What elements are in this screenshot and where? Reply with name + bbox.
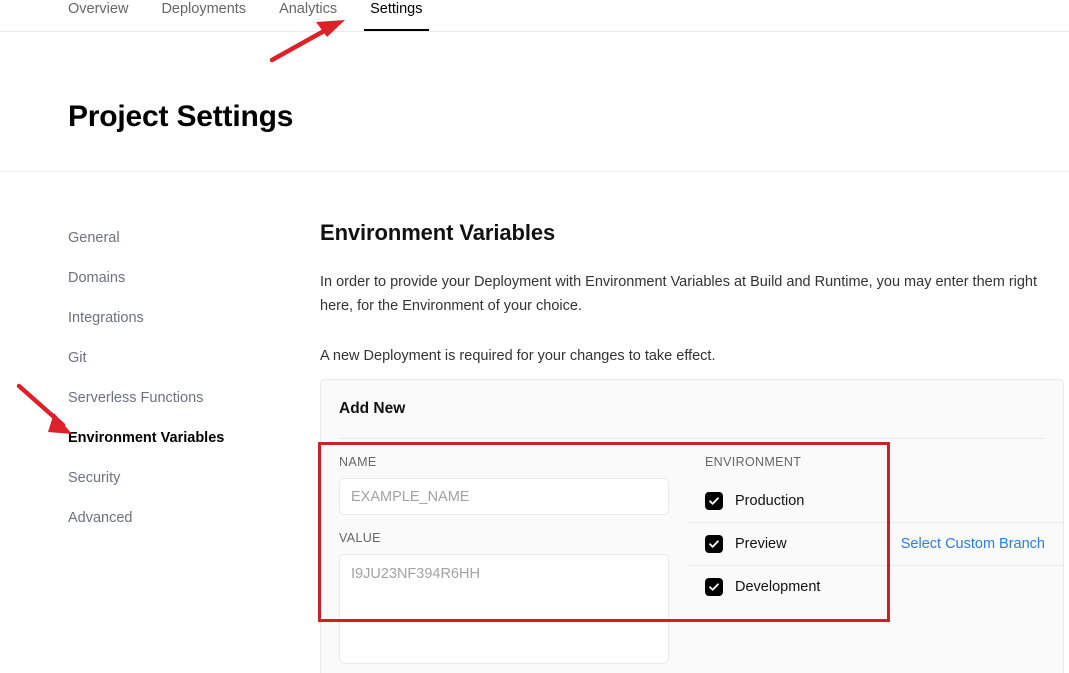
- sidebar-item-integrations[interactable]: Integrations: [68, 308, 288, 348]
- environment-name-preview: Preview: [735, 536, 787, 552]
- sidebar-item-serverless-functions[interactable]: Serverless Functions: [68, 388, 288, 428]
- tab-overview[interactable]: Overview: [68, 0, 128, 17]
- name-value-column: NAME VALUE: [321, 439, 687, 673]
- tab-settings[interactable]: Settings: [364, 0, 429, 30]
- environment-name-development: Development: [735, 579, 821, 595]
- name-field-label: NAME: [339, 455, 377, 469]
- sidebar-item-general[interactable]: General: [68, 228, 288, 268]
- tab-deployments[interactable]: Deployments: [161, 0, 246, 17]
- environment-column: ENVIRONMENT Production Preview Select Cu…: [687, 439, 1063, 673]
- add-new-card: Add New NAME VALUE ENVIRONMENT: [320, 379, 1064, 673]
- checkbox-checked-icon-production[interactable]: [705, 491, 723, 510]
- settings-sidebar: General Domains Integrations Git Serverl…: [68, 228, 288, 548]
- page-title-divider: [0, 171, 1069, 172]
- sidebar-item-advanced[interactable]: Advanced: [68, 508, 288, 548]
- checkbox-checked-icon-preview[interactable]: [705, 535, 723, 553]
- sidebar-item-git[interactable]: Git: [68, 348, 288, 388]
- page-title: Project Settings: [68, 100, 294, 134]
- environment-label: ENVIRONMENT: [705, 455, 802, 469]
- field-spacer: [339, 515, 669, 531]
- arrow-to-environment-variables-icon: [16, 383, 72, 434]
- checkbox-checked-icon-development[interactable]: [705, 578, 723, 596]
- main-content: Environment Variables In order to provid…: [320, 220, 1064, 368]
- environment-row-development[interactable]: Development: [687, 565, 1063, 608]
- add-new-card-header: Add New: [321, 380, 1063, 438]
- top-navigation-bar: Overview Deployments Analytics Settings: [0, 0, 1069, 32]
- page-root: Overview Deployments Analytics Settings …: [0, 0, 1069, 673]
- section-heading: Environment Variables: [320, 220, 556, 245]
- description-paragraph-2: A new Deployment is required for your ch…: [320, 348, 716, 364]
- sidebar-item-domains[interactable]: Domains: [68, 268, 288, 308]
- environment-row-production[interactable]: Production: [687, 479, 1063, 522]
- tab-analytics[interactable]: Analytics: [279, 0, 337, 17]
- sidebar-item-security[interactable]: Security: [68, 468, 288, 508]
- add-new-title: Add New: [339, 400, 406, 417]
- description-paragraph-1: In order to provide your Deployment with…: [320, 274, 1038, 314]
- value-field-label: VALUE: [339, 531, 381, 545]
- environment-name-production: Production: [735, 492, 805, 509]
- sidebar-item-environment-variables[interactable]: Environment Variables: [68, 428, 288, 468]
- top-navigation-tabs: Overview Deployments Analytics Settings: [68, 0, 429, 32]
- environment-row-preview[interactable]: Preview Select Custom Branch: [687, 522, 1063, 565]
- value-textarea[interactable]: [339, 554, 669, 664]
- add-new-card-body: NAME VALUE ENVIRONMENT Production: [321, 439, 1063, 673]
- name-input[interactable]: [339, 478, 669, 515]
- select-custom-branch-link[interactable]: Select Custom Branch: [901, 536, 1045, 552]
